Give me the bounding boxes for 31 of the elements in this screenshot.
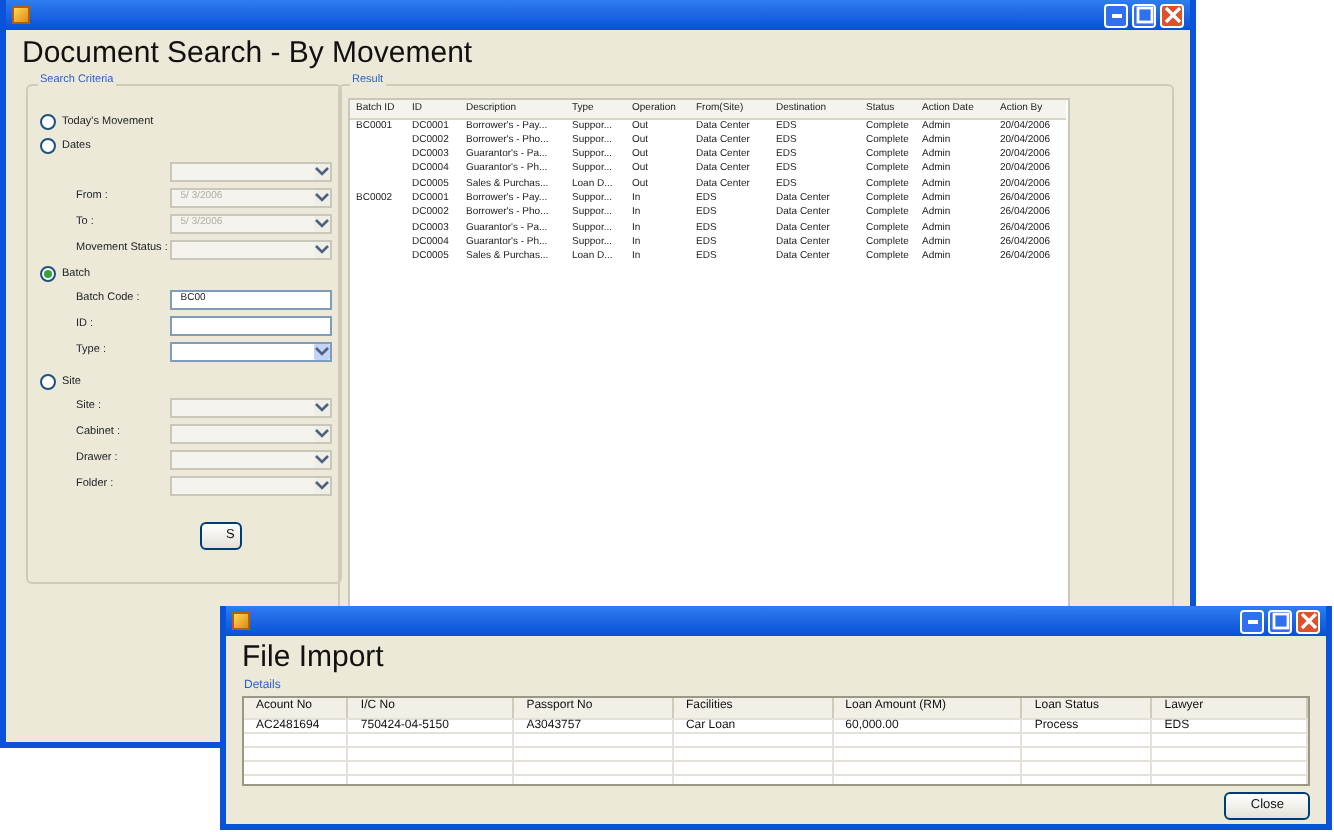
dropdown-arrow-icon	[314, 241, 330, 257]
maximize-icon	[1135, 6, 1153, 24]
minimize-button[interactable]	[1104, 3, 1128, 27]
dropdown-arrow-icon	[314, 189, 330, 205]
dropdown-arrow-icon	[314, 477, 330, 493]
window-heading: Document Search - By Movement	[22, 38, 475, 68]
dropdown-arrow-icon	[314, 451, 330, 467]
radio-button[interactable]	[40, 138, 56, 154]
maximize-button[interactable]	[1268, 609, 1292, 633]
dropdown-arrow-icon	[314, 399, 330, 415]
minimize-icon	[1247, 619, 1257, 623]
close-button[interactable]	[1160, 3, 1184, 27]
dropdown-arrow-icon	[314, 163, 330, 179]
close-icon	[1299, 612, 1317, 630]
maximize-icon	[1271, 612, 1289, 630]
input-field[interactable]	[170, 315, 332, 335]
radio-button[interactable]	[40, 114, 56, 130]
dropdown-arrow-icon	[314, 425, 330, 441]
minimize-button[interactable]	[1240, 609, 1264, 633]
app-icon	[232, 612, 250, 630]
dropdown-arrow-icon	[314, 215, 330, 231]
radio-button[interactable]	[40, 374, 56, 390]
radio-button[interactable]	[40, 266, 56, 282]
close-icon	[1163, 6, 1181, 24]
maximize-button[interactable]	[1132, 3, 1156, 27]
app-icon	[12, 6, 30, 24]
minimize-icon	[1111, 13, 1121, 17]
dropdown-arrow-icon	[314, 343, 330, 359]
dialog-heading: File Import	[242, 642, 386, 672]
close-button[interactable]	[1296, 609, 1320, 633]
dropdown-field[interactable]	[170, 341, 332, 361]
